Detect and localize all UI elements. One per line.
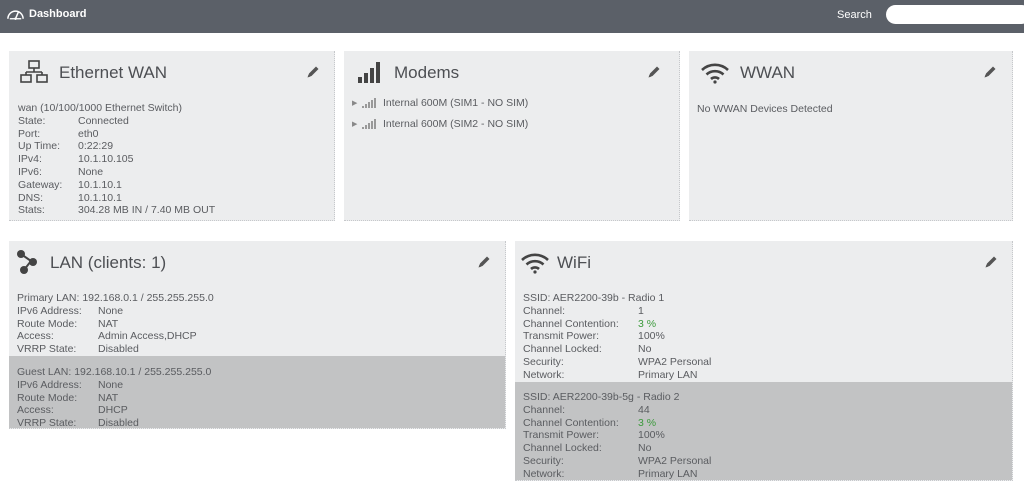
detail-row: Stats: 304.28 MB IN / 7.40 MB OUT [18,204,216,217]
detail-row: Gateway: 10.1.10.1 [18,178,122,191]
expand-triangle-icon[interactable]: ▶ [352,99,362,107]
detail-row: Channel Locked: No [523,343,652,356]
detail-row: Channel Contention: 3 % [523,416,657,429]
detail-row: Channel: 1 [523,304,644,317]
detail-row: Security: WPA2 Personal [523,454,712,467]
card-title: WiFi [557,253,591,272]
detail-row: Network: Primary LAN [523,368,698,381]
detail-row: Access: DHCP [17,404,128,417]
dashboard-link[interactable]: Dashboard [6,7,86,21]
share-nodes-icon [17,250,37,274]
pencil-edit-icon[interactable] [305,64,321,80]
card-title: LAN (clients: 1) [50,253,167,272]
wifi-heading: SSID: AER2200-39b-5g - Radio 2 [523,391,680,403]
lan-network-block: Primary LAN: 192.168.0.1 / 255.255.255.0… [17,292,214,356]
pencil-edit-icon[interactable] [646,64,662,80]
modem-item[interactable]: ▶ Internal 600M (SIM1 - NO SIM) [352,97,528,109]
detail-row: Channel Locked: No [523,442,652,455]
wifi-radio-block: SSID: AER2200-39b-5g - Radio 2 Channel: 4… [523,391,712,480]
card-header: LAN (clients: 1) [9,241,505,291]
detail-row: Route Mode: NAT [17,391,119,404]
wifi-heading: SSID: AER2200-39b - Radio 1 [523,292,665,304]
wan-details: wan (10/100/1000 Ethernet Switch) State:… [18,102,215,217]
card-title: Ethernet WAN [59,63,168,82]
detail-row: Security: WPA2 Personal [523,355,712,368]
detail-row: Channel Contention: 3 % [523,317,657,330]
modems-card: Modems ▶ Internal 600M (SIM1 - NO SIM) ▶… [344,51,680,221]
card-title: WWAN [740,63,796,82]
signal-bars-icon [362,98,376,108]
radio-2-block: SSID: AER2200-39b-5g - Radio 2 Channel: 4… [515,382,1012,480]
detail-row: Channel: 44 [523,403,650,416]
signal-bars-icon [362,119,376,129]
page-title: Dashboard [29,8,87,20]
card-header: WiFi [515,241,1012,291]
pencil-edit-icon[interactable] [983,254,999,270]
detail-row: Transmit Power: 100% [523,429,665,442]
detail-row: VRRP State: Disabled [17,417,139,429]
card-header: WWAN [689,51,1012,101]
pencil-edit-icon[interactable] [476,254,492,270]
wifi-radio-block: SSID: AER2200-39b - Radio 1 Channel: 1 Ch… [523,292,711,382]
modem-label: Internal 600M (SIM2 - NO SIM) [383,118,529,130]
detail-row: Port: eth0 [18,127,99,140]
detail-row: Network: Primary LAN [523,467,698,480]
detail-row: IPv6 Address: None [17,378,124,391]
lan-card: LAN (clients: 1) Primary LAN: 192.168.0.… [9,241,506,429]
detail-row: State: Connected [18,114,129,127]
detail-row: Access: Admin Access,DHCP [17,330,197,343]
search-input[interactable] [886,5,1024,24]
wan-heading: wan (10/100/1000 Ethernet Switch) [18,102,183,114]
lan-network-block: Guest LAN: 192.168.10.1 / 255.255.255.0 … [17,366,212,429]
wifi-icon [701,63,729,84]
wifi-icon [521,253,549,274]
pencil-edit-icon[interactable] [982,64,998,80]
card-title: Modems [394,63,460,82]
lan-heading: Guest LAN: 192.168.10.1 / 255.255.255.0 [17,366,212,378]
detail-row: Up Time: 0:22:29 [18,140,114,153]
wifi-card: WiFi SSID: AER2200-39b - Radio 1 Channel… [515,241,1013,481]
card-header: Modems [344,51,679,101]
modem-item[interactable]: ▶ Internal 600M (SIM2 - NO SIM) [352,118,528,130]
lan-heading: Primary LAN: 192.168.0.1 / 255.255.255.0 [17,292,214,304]
expand-triangle-icon[interactable]: ▶ [352,120,362,128]
ethernet-wan-card: Ethernet WAN wan (10/100/1000 Ethernet S… [9,51,335,221]
dashboard-gauge-icon [7,10,24,20]
detail-row: IPv6 Address: None [17,304,124,317]
guest-lan-block: Guest LAN: 192.168.10.1 / 255.255.255.0 … [9,356,505,429]
card-header: Ethernet WAN [9,51,334,101]
search-label: Search [837,9,872,21]
top-bar: Dashboard Search [0,0,1024,33]
detail-row: Route Mode: NAT [17,317,119,330]
network-topology-icon [20,60,48,83]
detail-row: IPv6: None [18,165,104,178]
wwan-card: WWAN No WWAN Devices Detected [689,51,1013,221]
signal-bars-icon [358,62,380,83]
detail-row: Transmit Power: 100% [523,330,665,343]
detail-row: IPv4: 10.1.10.105 [18,153,134,166]
modem-label: Internal 600M (SIM1 - NO SIM) [383,97,529,109]
detail-row: VRRP State: Disabled [17,343,139,356]
detail-row: DNS: 10.1.10.1 [18,191,122,204]
wwan-message: No WWAN Devices Detected [697,103,833,115]
